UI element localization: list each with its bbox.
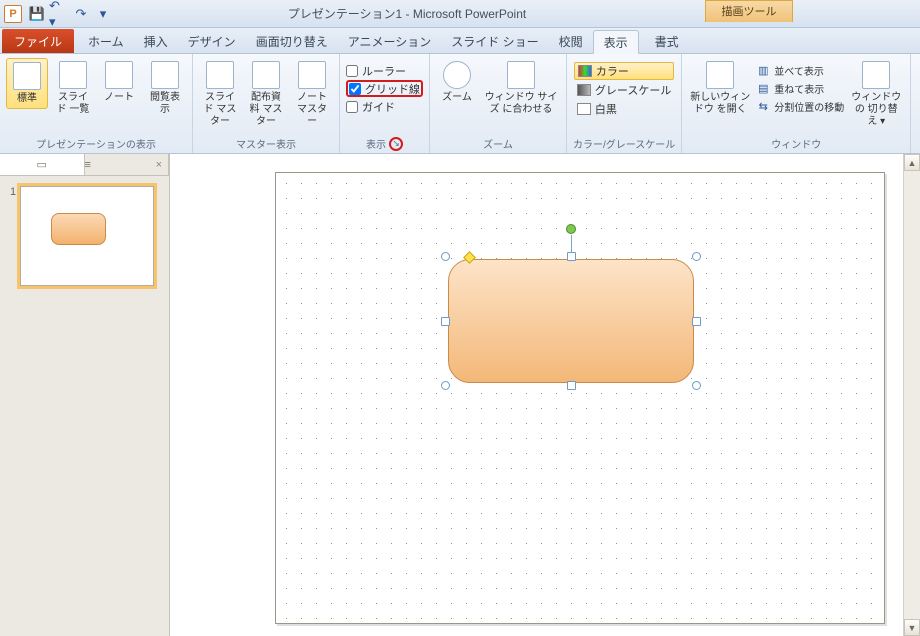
rotation-handle[interactable] bbox=[566, 224, 576, 234]
group-label: 表示 bbox=[366, 136, 386, 151]
handout-master-icon bbox=[252, 61, 280, 89]
selected-shape[interactable] bbox=[441, 252, 701, 390]
resize-handle-ml[interactable] bbox=[441, 317, 450, 326]
group-label: ズーム bbox=[483, 134, 513, 151]
group-label: カラー/グレースケール bbox=[573, 134, 675, 151]
tab-format[interactable]: 書式 bbox=[645, 29, 689, 53]
grayscale-mode-button[interactable]: グレースケール bbox=[574, 81, 674, 99]
ruler-checkbox[interactable]: ルーラー bbox=[346, 62, 423, 79]
slide-thumbnail-pane: ▭ ≡× 1 bbox=[0, 154, 170, 636]
slide-thumbnail[interactable]: 1 bbox=[10, 186, 159, 286]
slide-master-icon bbox=[206, 61, 234, 89]
arrange-icon: ▥ bbox=[756, 64, 770, 77]
vertical-scrollbar[interactable]: ▲ ▼ bbox=[903, 154, 920, 636]
tab-transitions[interactable]: 画面切り替え bbox=[246, 29, 338, 53]
normal-view-icon bbox=[13, 62, 41, 90]
group-label: マスター表示 bbox=[236, 134, 296, 151]
view-notes-button[interactable]: ノート bbox=[98, 58, 140, 107]
view-slide-sorter-button[interactable]: スライド 一覧 bbox=[52, 58, 94, 119]
slide-editor[interactable]: ▲ ▼ bbox=[170, 154, 920, 636]
group-zoom: ズーム ウィンドウ サイズ に合わせる ズーム bbox=[430, 54, 567, 153]
outline-tab-icon: ≡ bbox=[85, 159, 91, 171]
ribbon: 標準 スライド 一覧 ノート 閲覧表示 プレゼンテーションの表示 スライド マス… bbox=[0, 54, 920, 154]
group-label: プレゼンテーションの表示 bbox=[36, 134, 156, 151]
tab-design[interactable]: デザイン bbox=[178, 29, 246, 53]
reading-view-icon bbox=[151, 61, 179, 89]
guides-checkbox[interactable]: ガイド bbox=[346, 98, 423, 115]
new-window-icon bbox=[706, 61, 734, 89]
color-mode-button[interactable]: カラー bbox=[574, 62, 674, 80]
fit-window-icon bbox=[507, 61, 535, 89]
scroll-up-button[interactable]: ▲ bbox=[904, 154, 920, 171]
resize-handle-mr[interactable] bbox=[692, 317, 701, 326]
new-window-button[interactable]: 新しいウィンドウ を開く bbox=[688, 58, 752, 119]
window-title: プレゼンテーション1 - Microsoft PowerPoint bbox=[114, 5, 700, 22]
move-split-button[interactable]: ⇆分割位置の移動 bbox=[756, 98, 844, 115]
tab-animations[interactable]: アニメーション bbox=[338, 29, 442, 53]
resize-handle-tr[interactable] bbox=[692, 252, 701, 261]
group-master-views: スライド マスター 配布資料 マスター ノート マスター マスター表示 bbox=[193, 54, 340, 153]
tab-insert[interactable]: 挿入 bbox=[134, 29, 178, 53]
cascade-icon: ▤ bbox=[756, 82, 770, 95]
tab-file[interactable]: ファイル bbox=[2, 29, 74, 53]
fit-to-window-button[interactable]: ウィンドウ サイズ に合わせる bbox=[482, 58, 560, 119]
notes-page-icon bbox=[105, 61, 133, 89]
qat-save-icon[interactable]: 💾 bbox=[27, 4, 47, 24]
view-normal-button[interactable]: 標準 bbox=[6, 58, 48, 109]
slide-canvas[interactable] bbox=[275, 172, 885, 624]
resize-handle-bm[interactable] bbox=[567, 381, 576, 390]
tab-review[interactable]: 校閲 bbox=[549, 29, 593, 53]
bw-mode-button[interactable]: 白黒 bbox=[574, 100, 674, 118]
group-show: ルーラー グリッド線 ガイド 表示↘ bbox=[340, 54, 430, 153]
ribbon-tabstrip: ファイル ホーム 挿入 デザイン 画面切り替え アニメーション スライド ショー… bbox=[0, 28, 920, 54]
arrange-all-button[interactable]: ▥並べて表示 bbox=[756, 62, 844, 79]
resize-handle-br[interactable] bbox=[692, 381, 701, 390]
qat-customize-icon[interactable]: ▾ bbox=[93, 4, 113, 24]
zoom-icon bbox=[443, 61, 471, 89]
rounded-rectangle-shape[interactable] bbox=[448, 259, 694, 383]
gridlines-checkbox[interactable]: グリッド線 bbox=[346, 80, 423, 97]
group-window: 新しいウィンドウ を開く ▥並べて表示 ▤重ねて表示 ⇆分割位置の移動 ウィンド… bbox=[682, 54, 911, 153]
slides-tab-icon: ▭ bbox=[37, 158, 47, 171]
view-reading-button[interactable]: 閲覧表示 bbox=[144, 58, 186, 119]
resize-handle-tl[interactable] bbox=[441, 252, 450, 261]
slide-master-button[interactable]: スライド マスター bbox=[199, 58, 241, 131]
handout-master-button[interactable]: 配布資料 マスター bbox=[245, 58, 287, 131]
cascade-button[interactable]: ▤重ねて表示 bbox=[756, 80, 844, 97]
slide-number: 1 bbox=[10, 186, 16, 286]
workspace: ▭ ≡× 1 ▲ ▼ bbox=[0, 154, 920, 636]
tab-view[interactable]: 表示 bbox=[593, 30, 639, 54]
split-icon: ⇆ bbox=[756, 100, 770, 113]
close-pane-icon[interactable]: × bbox=[150, 159, 168, 171]
switch-windows-icon bbox=[862, 61, 890, 89]
scroll-down-button[interactable]: ▼ bbox=[904, 619, 920, 636]
zoom-button[interactable]: ズーム bbox=[436, 58, 478, 107]
resize-handle-bl[interactable] bbox=[441, 381, 450, 390]
contextual-tab-drawing-tools: 描画ツール bbox=[705, 0, 793, 22]
group-color-grayscale: カラー グレースケール 白黒 カラー/グレースケール bbox=[567, 54, 682, 153]
show-dialog-launcher[interactable]: ↘ bbox=[389, 137, 403, 151]
group-presentation-views: 標準 スライド 一覧 ノート 閲覧表示 プレゼンテーションの表示 bbox=[0, 54, 193, 153]
qat-undo-icon[interactable]: ↶ ▾ bbox=[49, 4, 69, 24]
group-label: ウィンドウ bbox=[771, 134, 821, 151]
notes-master-icon bbox=[298, 61, 326, 89]
tab-slideshow[interactable]: スライド ショー bbox=[441, 29, 548, 53]
tab-home[interactable]: ホーム bbox=[78, 29, 134, 53]
slide-sorter-icon bbox=[59, 61, 87, 89]
thumbnails-tab-outline[interactable]: ≡× bbox=[85, 154, 170, 175]
qat-redo-icon[interactable]: ↷ bbox=[71, 4, 91, 24]
resize-handle-tm[interactable] bbox=[567, 252, 576, 261]
app-icon[interactable]: P bbox=[4, 5, 22, 23]
thumbnails-tab-slides[interactable]: ▭ bbox=[0, 154, 85, 175]
switch-windows-button[interactable]: ウィンドウの 切り替え ▾ bbox=[848, 58, 904, 131]
notes-master-button[interactable]: ノート マスター bbox=[291, 58, 333, 131]
